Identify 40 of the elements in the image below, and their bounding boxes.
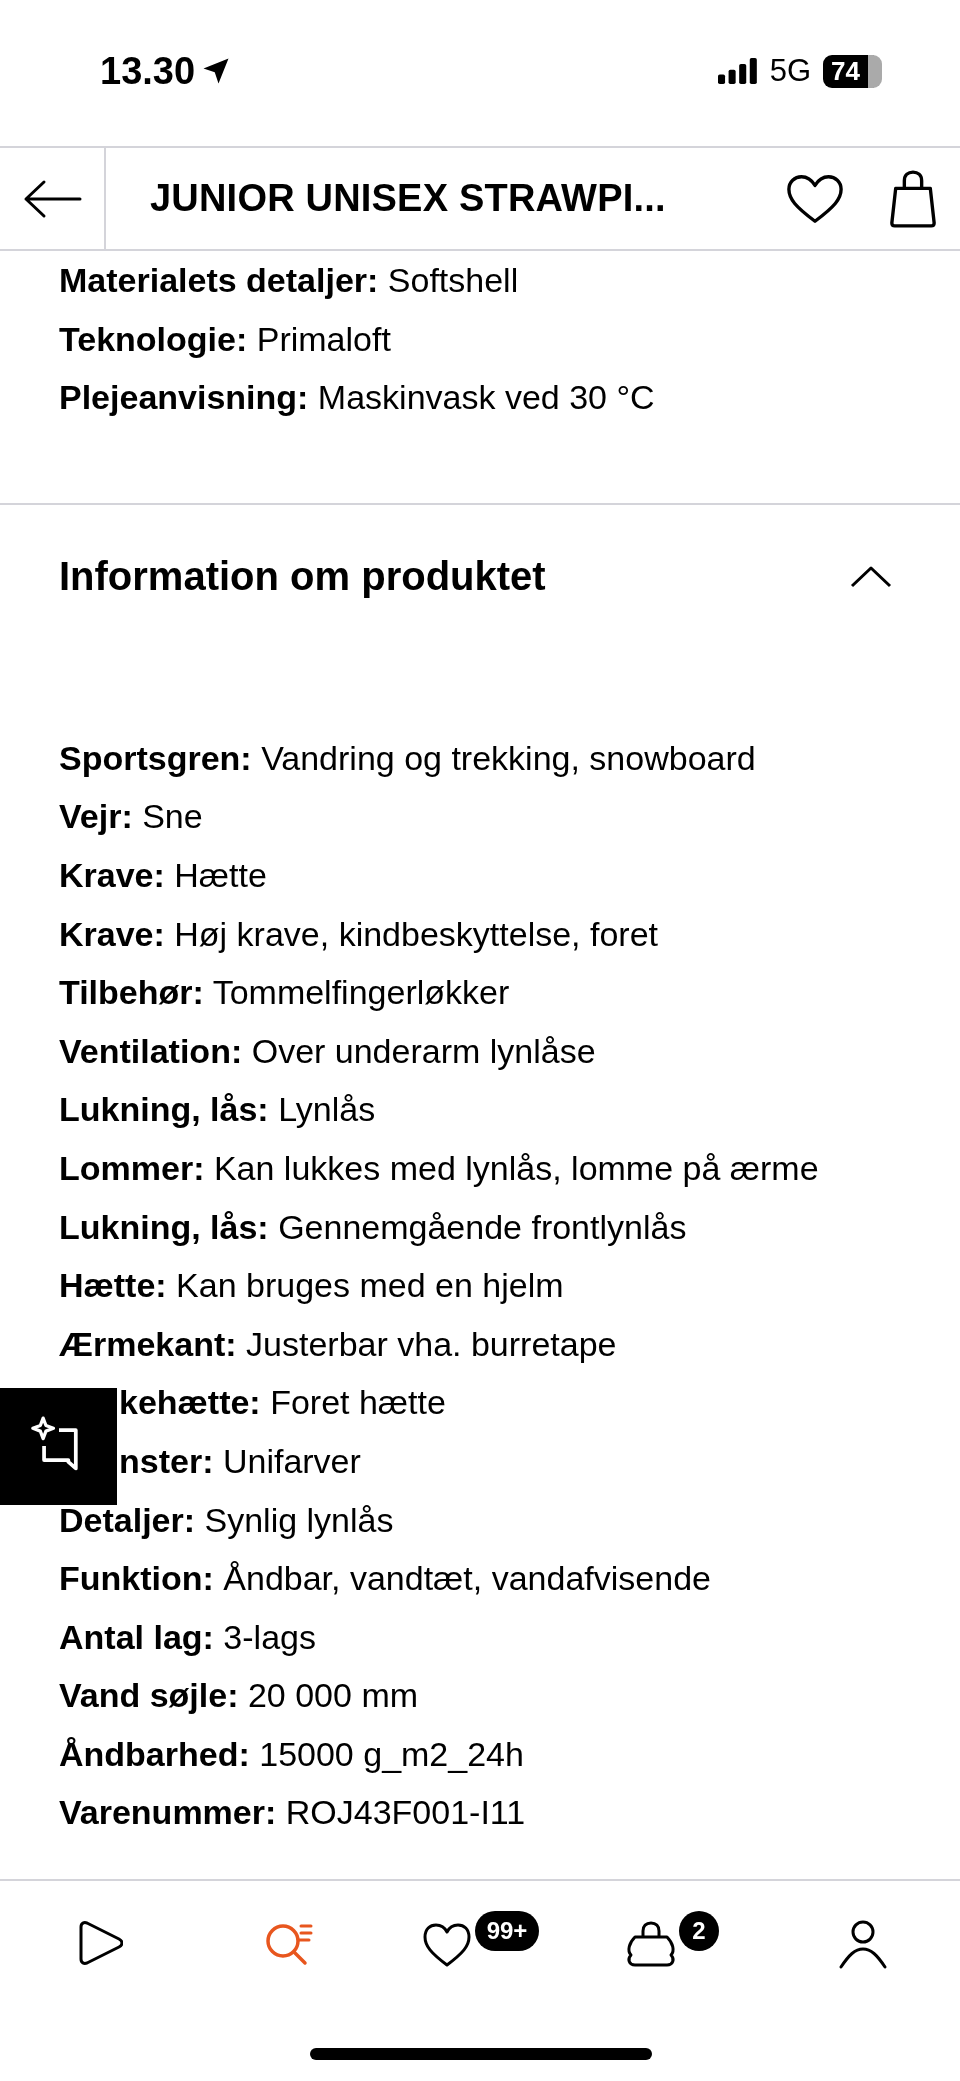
spec-line: Lommer: Kan lukkes med lynlås, lomme på ærme [59,1147,819,1189]
spec-line: Plejeanvisning: Maskinvask ved 30 °C [59,377,655,419]
product-title: JUNIOR UNISEX STRAWPI... [149,177,667,220]
spec-line: nster: Unifarver [119,1440,361,1482]
spec-line: Vand søjle: 20 000 mm [59,1675,419,1717]
ai-chat-button[interactable] [0,1388,117,1505]
spec-line: Krave: Hætte [59,854,267,896]
spec-line: Varenummer: ROJ43F001-I11 [59,1792,526,1834]
count-badge: 99+ [474,1911,540,1951]
spec-line: Materialets detaljer: Softshell [59,260,519,301]
spec-line: Ventilation: Over underarm lynlåse [59,1030,596,1072]
bag-button[interactable] [888,168,938,229]
back-arrow-icon [22,178,82,219]
favorite-button[interactable] [786,172,844,225]
spec-line: Detaljer: Synlig lynlås [59,1499,394,1541]
network-label: 5G [769,53,812,89]
cart-tab[interactable]: 2 [625,1911,719,1969]
spec-line: Lukning, lås: Lynlås [59,1089,376,1131]
spec-line: Krave: Høj krave, kindbeskyttelse, foret [59,913,659,955]
spec-line: kehætte: Foret hætte [119,1382,446,1424]
section-title: Information om produktet [59,554,546,600]
heart-icon [786,172,844,225]
spec-line: Funktion: Åndbar, vandtæt, vandafvisende [59,1558,711,1600]
shopping-bag-icon [888,168,938,229]
spec-line: Åndbarhed: 15000 g_m2_24h [59,1733,524,1775]
spec-line: Antal lag: 3-lags [59,1616,316,1658]
spec-line: Teknologie: Primaloft [59,318,391,360]
wishlist-tab[interactable]: 99+ [420,1911,540,1969]
count-badge: 2 [679,1911,719,1951]
spec-line: Hætte: Kan bruges med en hjelm [59,1265,564,1307]
signal-icon [717,58,758,84]
spec-line: Vejr: Sne [59,796,203,838]
spec-line: Sportsgren: Vandring og trekking, snowboard [59,737,756,779]
spec-line: Tilbehør: Tommelfingerløkker [59,972,510,1014]
battery-indicator: 74 [823,54,882,88]
spec-line: Lukning, lås: Gennemgående frontlynlås [59,1206,687,1248]
spec-line: Ærmekant: Justerbar vha. burretape [59,1323,617,1365]
collapse-toggle[interactable] [849,564,893,589]
chevron-up-icon [849,564,893,589]
clock-time: 13.30 [100,49,196,93]
